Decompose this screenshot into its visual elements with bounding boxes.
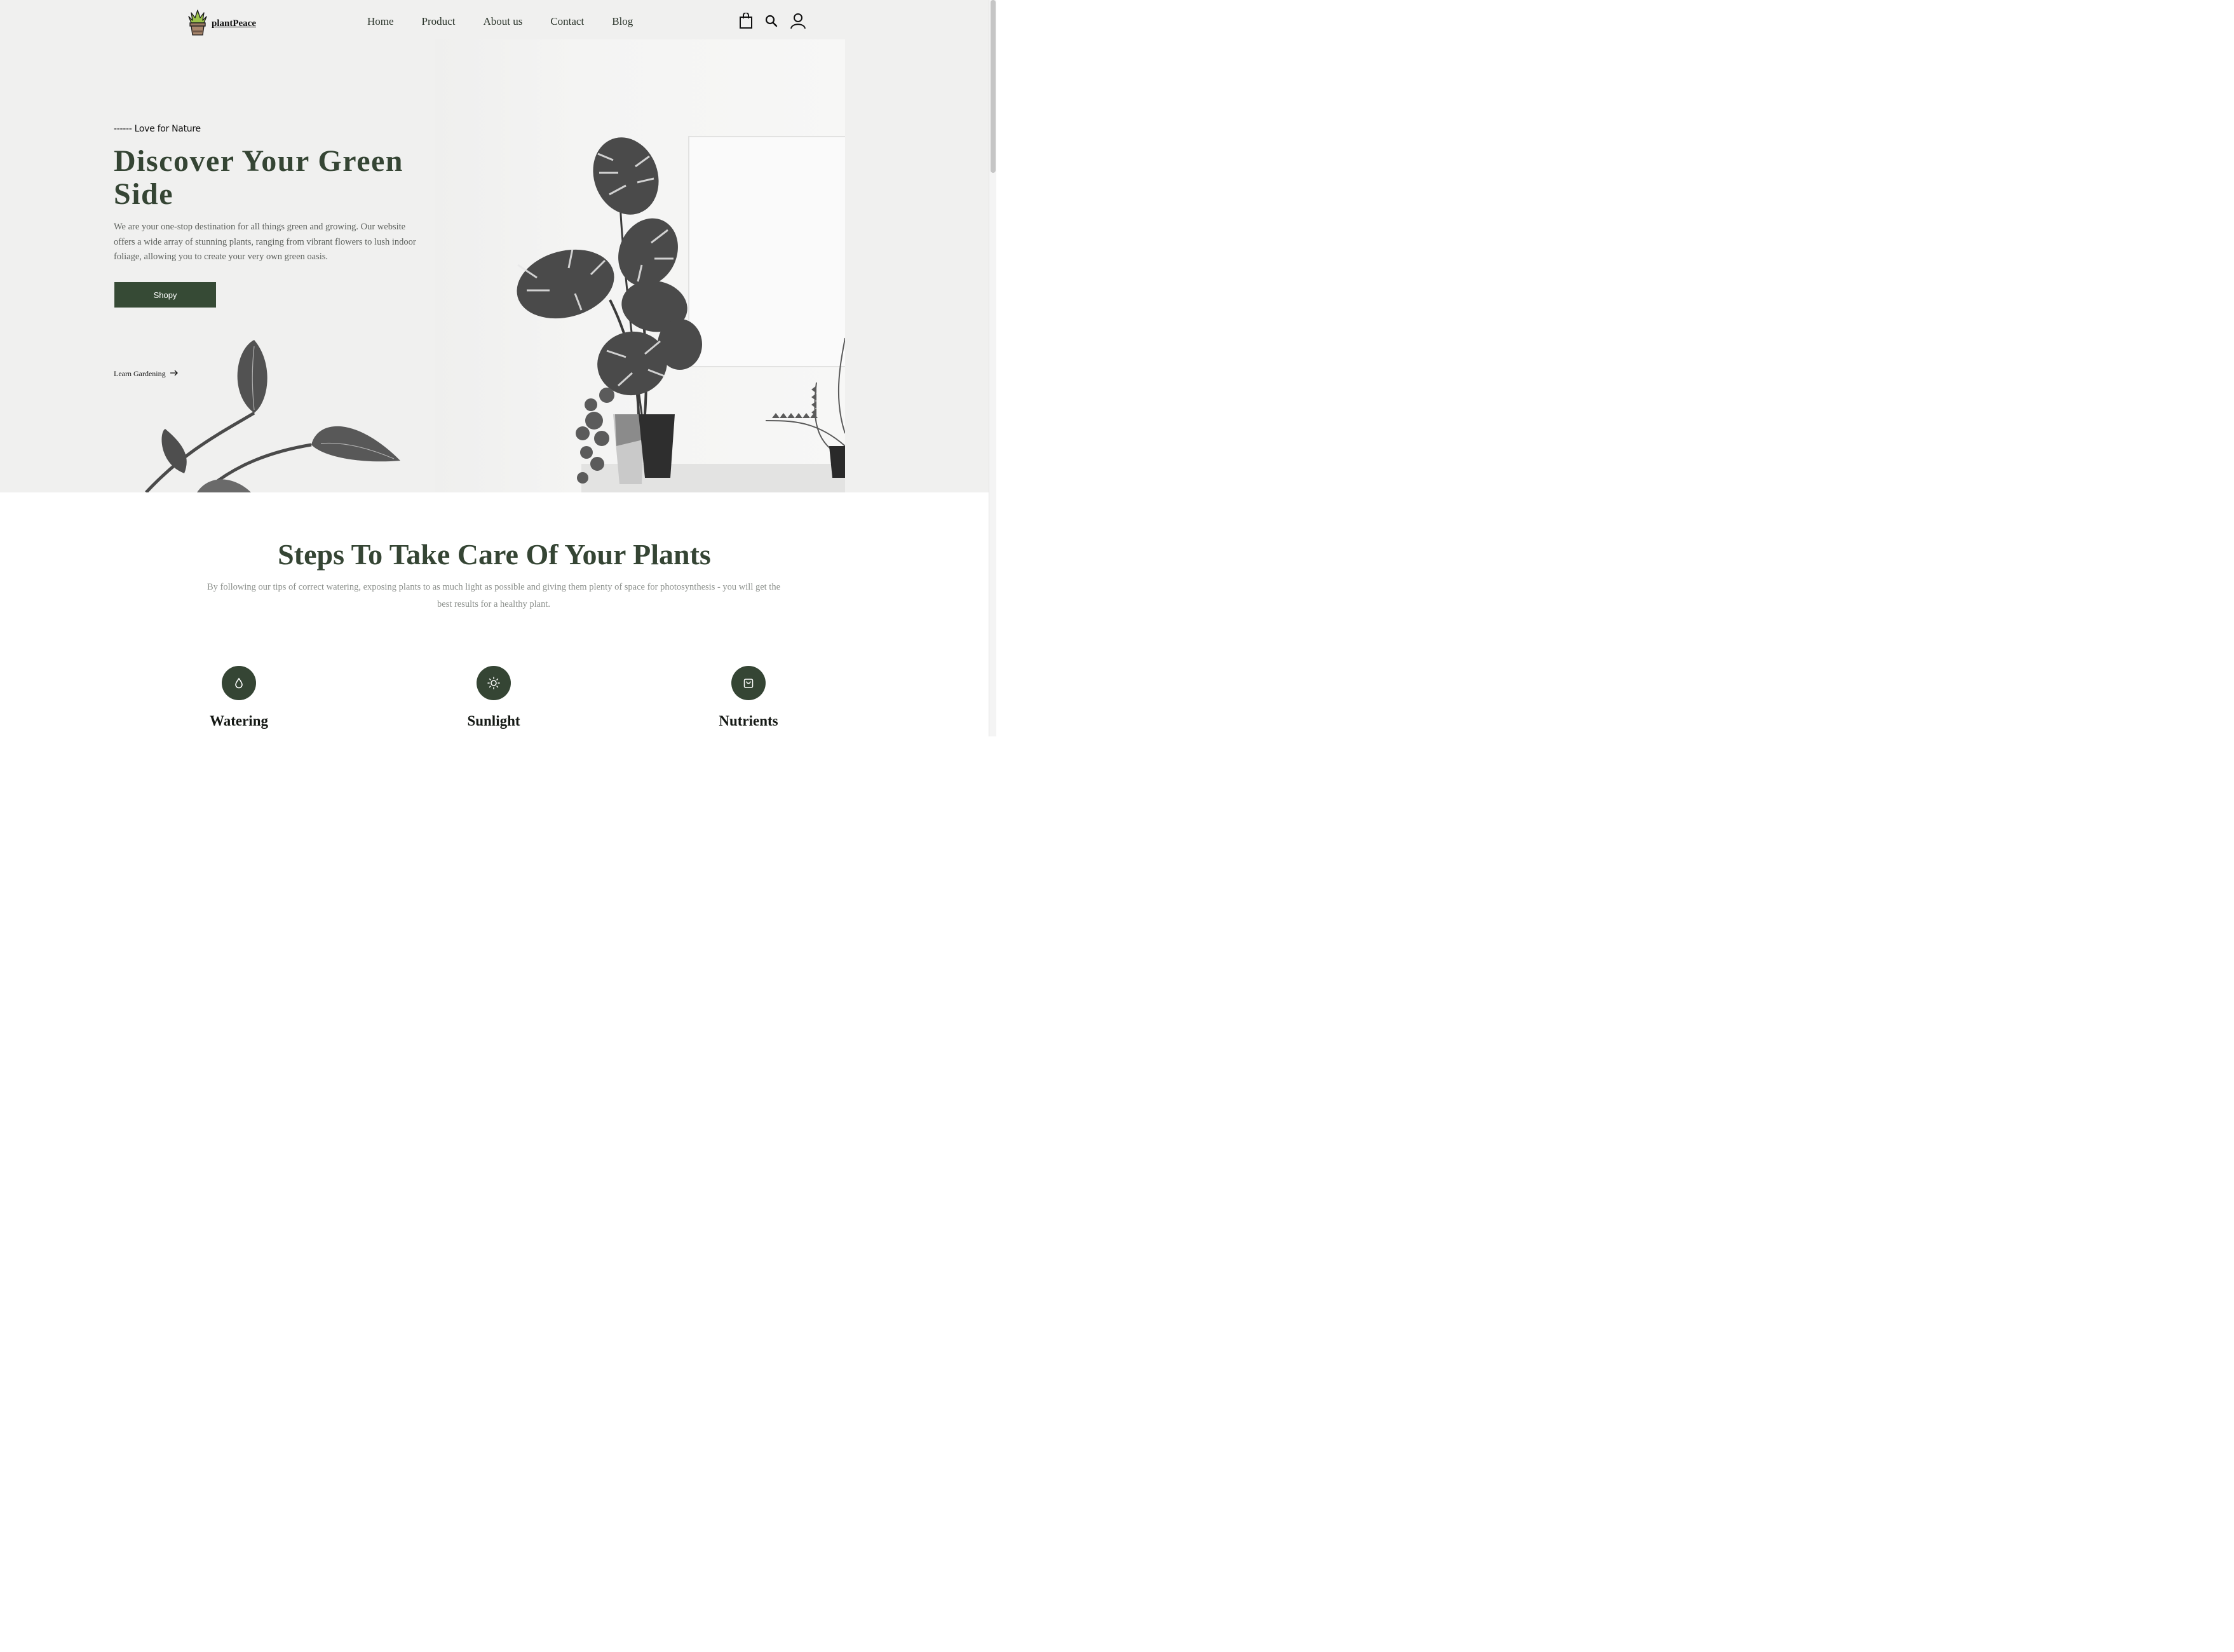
step-nutrients: Nutrients <box>685 666 812 729</box>
hero-description: We are your one-stop destination for all… <box>114 222 416 262</box>
step-label: Nutrients <box>719 713 778 729</box>
foreground-leaf <box>145 340 400 492</box>
step-sunlight: Sunlight <box>430 666 557 729</box>
scrollbar-thumb[interactable] <box>991 0 996 173</box>
nav-link-blog[interactable]: Blog <box>612 15 633 28</box>
top-navigation: plantPeace Home Product About us Contact… <box>0 0 989 42</box>
hero-title: Discover Your Green Side <box>114 144 403 211</box>
hero-plant-photo <box>435 39 845 492</box>
shopy-button[interactable]: Shopy <box>114 282 216 308</box>
brand-logo[interactable]: plantPeace <box>187 8 256 39</box>
hero-section: plantPeace Home Product About us Contact… <box>0 0 989 492</box>
learn-gardening-label: Learn Gardening <box>114 369 166 378</box>
step-label: Sunlight <box>467 713 520 729</box>
step-label: Watering <box>210 713 268 729</box>
nav-actions <box>739 12 806 32</box>
shopping-bag-icon <box>731 666 766 700</box>
brand-name[interactable]: plantPeace <box>212 18 256 29</box>
step-watering: Watering <box>175 666 302 729</box>
sun-icon <box>477 666 511 700</box>
main-menu: Home Product About us Contact Blog <box>367 15 633 28</box>
arrow-right-icon <box>170 369 179 379</box>
nav-link-about-us[interactable]: About us <box>483 15 522 28</box>
shopping-bag-icon[interactable] <box>739 12 753 32</box>
nav-link-product[interactable]: Product <box>422 15 456 28</box>
steps-description: By following our tips of correct waterin… <box>206 582 781 609</box>
page: plantPeace Home Product About us Contact… <box>0 0 989 736</box>
nav-link-contact[interactable]: Contact <box>550 15 584 28</box>
learn-gardening-link[interactable]: Learn Gardening <box>114 369 179 379</box>
steps-title: Steps To Take Care Of Your Plants <box>278 538 711 571</box>
water-drop-icon <box>222 666 256 700</box>
nav-link-home[interactable]: Home <box>367 15 394 28</box>
search-icon[interactable] <box>764 14 778 31</box>
potted-plant-icon <box>187 8 208 39</box>
user-icon[interactable] <box>790 13 806 32</box>
page-scrollbar[interactable] <box>989 0 996 736</box>
hero-tagline: ------ Love for Nature <box>114 124 201 134</box>
